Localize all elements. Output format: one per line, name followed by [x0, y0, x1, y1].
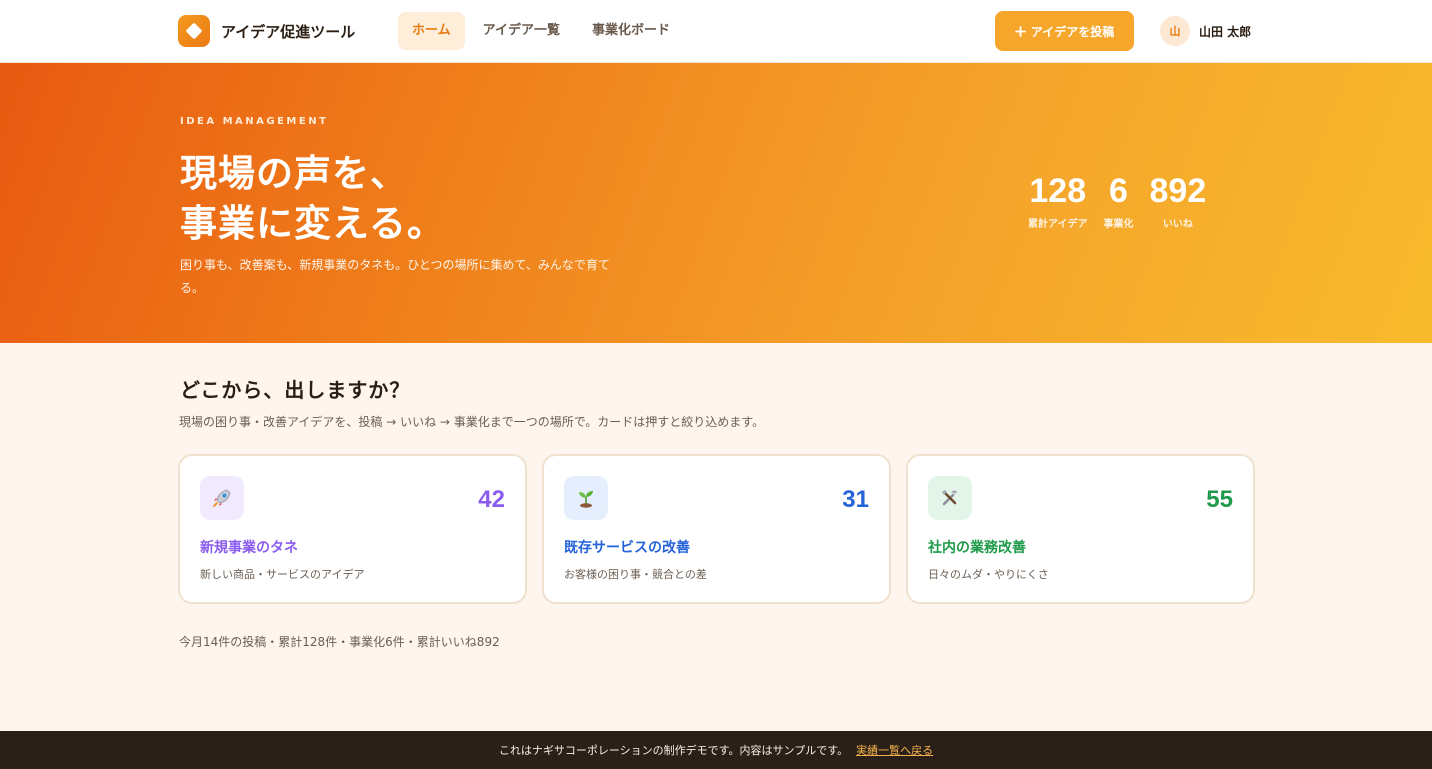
- hero-title-line1: 現場の声を、: [180, 152, 408, 195]
- hero-banner: IDEA MANAGEMENT 現場の声を、 事業に変える。 困り事も、改善案も…: [0, 63, 1432, 343]
- app-name: アイデア促進ツール: [221, 22, 356, 41]
- stat-label: いいね: [1162, 219, 1193, 230]
- hero-stats: 128 累計アイデア 6 事業化 892 いいね: [1020, 171, 1214, 230]
- card-title: 社内の業務改善: [928, 540, 1026, 556]
- nav-business-board[interactable]: 事業化ボード: [578, 12, 684, 50]
- hero-title: 現場の声を、 事業に変える。: [180, 149, 445, 249]
- tools-icon: [928, 476, 972, 520]
- monthly-summary: 今月14件の投稿・累計128件・事業化6件・累計いいね892: [179, 635, 500, 649]
- category-card-new-business[interactable]: 42 新規事業のタネ 新しい商品・サービスのアイデア: [178, 454, 527, 604]
- post-idea-button[interactable]: アイデアを投稿: [995, 11, 1134, 51]
- stat-label: 累計アイデア: [1028, 219, 1088, 230]
- stat-label: 事業化: [1103, 219, 1134, 230]
- hero-subtitle: 困り事も、改善案も、新規事業のタネも。ひとつの場所に集めて、みんなで育てる。: [180, 258, 610, 295]
- demo-footer: これはナギサコーポレーションの制作デモです。内容はサンプルです。 実績一覧へ戻る: [0, 731, 1432, 769]
- nav-home[interactable]: ホーム: [398, 12, 465, 50]
- section-title: どこから、出しますか？: [180, 378, 411, 402]
- nav-idea-list[interactable]: アイデア一覧: [469, 12, 574, 50]
- card-count: 31: [842, 486, 869, 513]
- diamond-icon: [178, 15, 210, 47]
- app-logo[interactable]: アイデア促進ツール: [178, 15, 355, 47]
- category-card-service-improvement[interactable]: 31 既存サービスの改善 お客様の困り事・競合との差: [542, 454, 891, 604]
- stat-commercialized: 6 事業化: [1096, 171, 1142, 230]
- hero-title-line2: 事業に変える。: [180, 202, 445, 245]
- back-to-portfolio-link[interactable]: 実績一覧へ戻る: [856, 742, 933, 758]
- plus-icon: [1014, 25, 1026, 37]
- footer-text: これはナギサコーポレーションの制作デモです。内容はサンプルです。: [498, 744, 849, 757]
- card-count: 42: [478, 486, 505, 513]
- card-description: お客様の困り事・競合との差: [564, 568, 707, 581]
- hero-eyebrow: IDEA MANAGEMENT: [180, 116, 329, 127]
- main-nav: ホーム アイデア一覧 事業化ボード: [398, 12, 684, 50]
- stat-value: 892: [1149, 172, 1207, 210]
- card-title: 既存サービスの改善: [564, 540, 690, 556]
- stat-total-ideas: 128 累計アイデア: [1020, 171, 1096, 230]
- rocket-icon: [200, 476, 244, 520]
- stat-value: 6: [1109, 172, 1128, 210]
- card-description: 新しい商品・サービスのアイデア: [200, 568, 365, 581]
- user-name: 山田 太郎: [1199, 24, 1252, 39]
- user-menu[interactable]: 山 山田 太郎: [1160, 16, 1251, 46]
- section-subtitle: 現場の困り事・改善アイデアを、投稿 → いいね → 事業化まで一つの場所で。カー…: [179, 415, 765, 429]
- stat-value: 128: [1029, 172, 1087, 210]
- category-card-internal-improvement[interactable]: 55 社内の業務改善 日々のムダ・やりにくさ: [906, 454, 1255, 604]
- post-idea-label: アイデアを投稿: [1030, 24, 1115, 39]
- avatar: 山: [1160, 16, 1190, 46]
- card-description: 日々のムダ・やりにくさ: [928, 568, 1049, 581]
- stat-likes: 892 いいね: [1142, 171, 1215, 230]
- card-count: 55: [1206, 486, 1233, 513]
- card-title: 新規事業のタネ: [200, 540, 298, 556]
- sprout-icon: [564, 476, 608, 520]
- top-header: アイデア促進ツール ホーム アイデア一覧 事業化ボード アイデアを投稿 山 山田…: [0, 0, 1432, 63]
- category-cards: 42 新規事業のタネ 新しい商品・サービスのアイデア 31 既存サービスの改善 …: [178, 454, 1255, 604]
